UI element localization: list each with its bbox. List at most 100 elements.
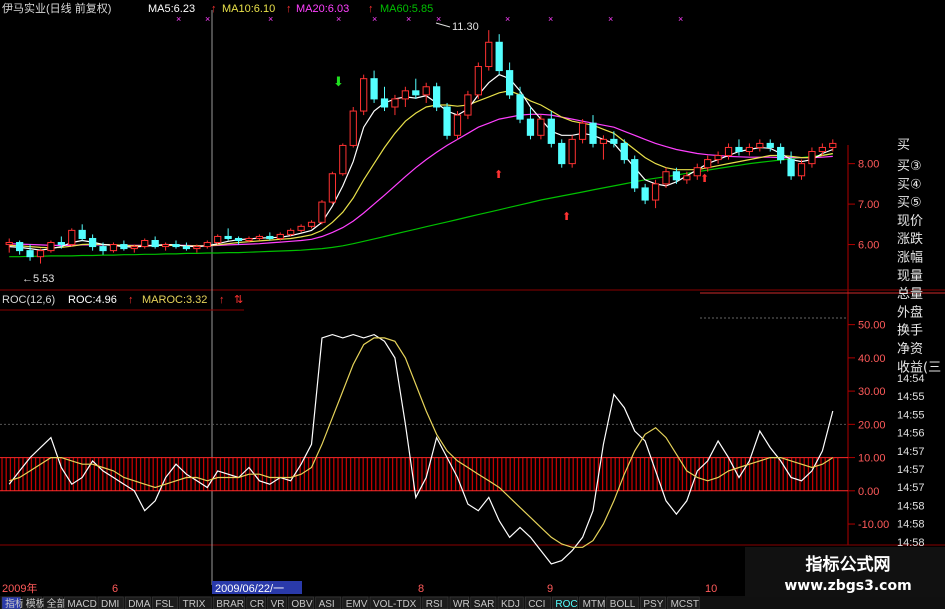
candle-body <box>766 142 774 148</box>
candle-body <box>808 151 816 165</box>
trade-time: 14:56 <box>897 428 925 440</box>
candle-body <box>151 240 159 248</box>
candle-body <box>558 142 566 165</box>
quote-label: 换手 <box>897 324 923 339</box>
low-price-label: ←5.53 <box>22 273 54 285</box>
ma5-label: MA5:6.23 <box>148 3 195 15</box>
tab-sar[interactable]: SAR <box>470 596 497 609</box>
tab-label: ROC <box>555 599 577 609</box>
candle-body <box>610 138 618 144</box>
tab-obv[interactable]: OBV <box>288 596 314 609</box>
price-tick-label: 7.00 <box>858 199 879 211</box>
signal-x-mark: × <box>406 14 411 24</box>
tab-mtm[interactable]: MTM <box>579 596 606 609</box>
candle-body <box>349 110 357 146</box>
candle-body <box>193 246 201 250</box>
price-tick-label: 6.00 <box>858 240 879 252</box>
candle-body <box>360 78 368 112</box>
candle-body <box>26 250 34 258</box>
tab-label: VOL-TDX <box>373 599 417 609</box>
roc-tick-label: 0.00 <box>858 486 879 498</box>
up-signal-arrow-icon-2: ⬆ <box>562 211 571 223</box>
tab-label: BOLL <box>610 599 636 609</box>
signal-x-mark: × <box>678 14 683 24</box>
candle-body <box>47 242 55 252</box>
quote-label: 外盘 <box>897 304 923 320</box>
roc-tick-label: -10.00 <box>858 519 889 531</box>
tab-trix[interactable]: TRIX <box>179 596 212 609</box>
maroc-value-label: MAROC:3.32 <box>142 294 207 306</box>
roc-tick-label: 40.00 <box>858 353 886 365</box>
candle-body <box>505 70 514 96</box>
roc-value-label: ROC:4.96 <box>68 294 117 306</box>
quote-label: 涨跌 <box>897 231 923 247</box>
tab-brar[interactable]: BRAR <box>212 596 246 609</box>
candle-body <box>245 237 253 242</box>
tab-asi[interactable]: ASI <box>315 596 342 609</box>
indicator-tabs[interactable]: 指标 模板 全部 MACD DMI DMA FSL TRIX BRAR CR VR OBV ASI EMV… <box>1 596 700 609</box>
signal-x-mark: × <box>336 14 341 24</box>
candle-body <box>818 146 826 152</box>
tab-dma[interactable]: DMA <box>124 596 151 609</box>
candle-body <box>474 66 482 96</box>
tab-label: OBV <box>291 599 312 609</box>
candle-body <box>287 229 295 235</box>
candle-body <box>234 237 243 242</box>
maroc-arrow-icon: ↑ <box>219 294 225 306</box>
candle-body <box>109 244 118 252</box>
tab-全部[interactable]: 全部 <box>43 596 67 609</box>
watermark-title: 指标公式网 <box>806 554 891 575</box>
candle-body <box>255 235 264 239</box>
tab-dmi[interactable]: DMI <box>97 596 124 609</box>
candle-body <box>620 142 628 161</box>
trade-time: 14:57 <box>897 464 925 476</box>
candle-body <box>443 106 451 136</box>
up-signal-arrow-icon-3: ⬆ <box>700 173 709 185</box>
tab-label: SAR <box>474 599 495 609</box>
tab-emv[interactable]: EMV <box>342 596 369 609</box>
trade-time: 14:58 <box>897 500 925 512</box>
tab-boll[interactable]: BOLL <box>606 596 639 609</box>
candle-body <box>537 118 545 136</box>
roc-name-label: ROC(12,6) <box>2 294 55 306</box>
tab-cci[interactable]: CCI <box>524 596 551 609</box>
candle-body <box>516 94 524 120</box>
tab-label: MACD <box>67 599 96 609</box>
tab-vol-tdx[interactable]: VOL-TDX <box>369 596 422 609</box>
candle-body <box>391 98 399 108</box>
tab-模板[interactable]: 模板 <box>22 596 46 609</box>
candle-body <box>203 242 211 248</box>
tab-roc[interactable]: ROC <box>552 596 578 609</box>
candle-body <box>141 240 149 248</box>
tab-fsl[interactable]: FSL <box>152 596 178 609</box>
tab-label: WR <box>453 599 470 609</box>
candle-body <box>735 146 743 152</box>
candle-body <box>777 146 785 161</box>
candle-body <box>745 146 754 152</box>
roc-arrow-icon: ↑ <box>128 294 134 306</box>
tab-wr[interactable]: WR <box>449 596 470 609</box>
signal-x-mark: × <box>548 14 553 24</box>
roc-tick-label: 20.00 <box>858 419 886 431</box>
candle-body <box>130 246 138 250</box>
tab-vr[interactable]: VR <box>267 596 287 609</box>
quote-label: 买③ <box>897 159 922 174</box>
tab-macd[interactable]: MACD <box>64 596 97 609</box>
tab-mcst[interactable]: MCST <box>667 596 700 609</box>
candle-body <box>328 173 337 203</box>
quote-label: 买⑤ <box>897 196 922 211</box>
quote-label: 涨幅 <box>897 251 923 266</box>
candle-body <box>495 41 503 72</box>
candle-body <box>641 187 649 201</box>
tab-rsi[interactable]: RSI <box>422 596 449 609</box>
tab-cr[interactable]: CR <box>246 596 266 609</box>
candle-body <box>68 229 76 246</box>
tab-kdj[interactable]: KDJ <box>497 596 524 609</box>
tab-指标[interactable]: 指标 <box>1 596 25 609</box>
ma5-arrow-icon: ↑ <box>211 3 217 15</box>
tab-label: RSI <box>426 599 443 609</box>
tab-psy[interactable]: PSY <box>640 596 666 609</box>
candle-body <box>704 159 712 169</box>
stock-chart[interactable]: 伊马实业(日线 前复权) MA5:6.23 MA10:6.10 MA20:6.0… <box>0 0 945 609</box>
tab-label: MCST <box>671 599 699 609</box>
